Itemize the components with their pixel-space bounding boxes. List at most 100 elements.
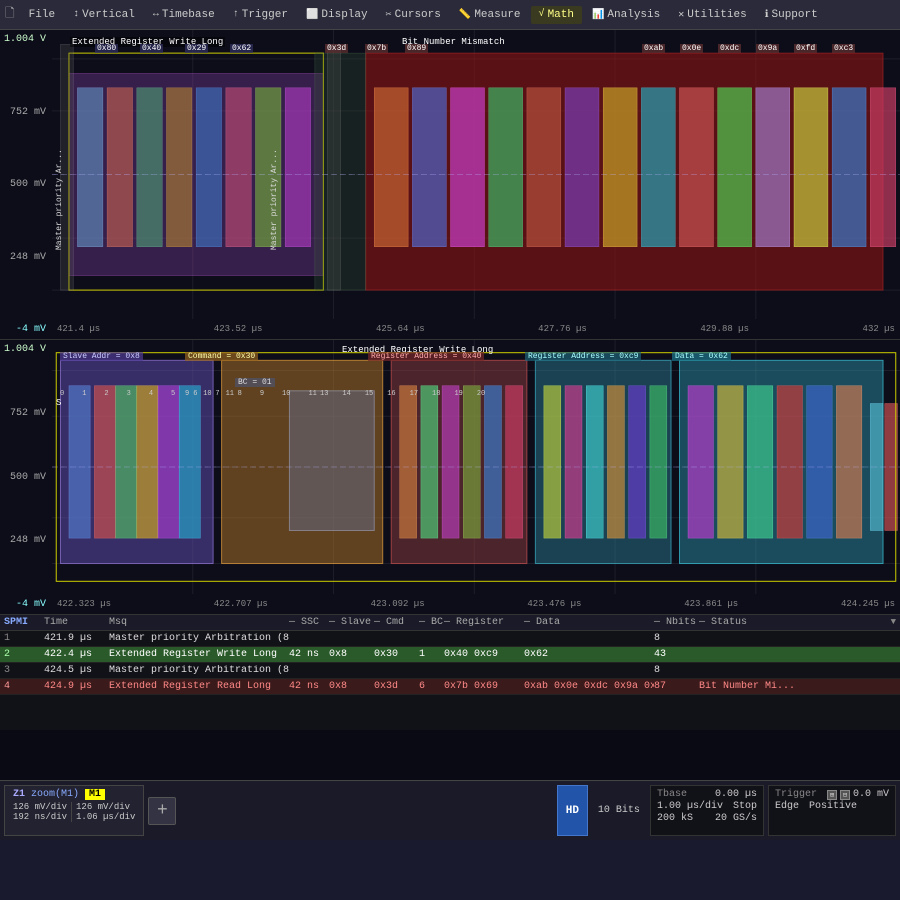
lower-x-0: 422.323 µs xyxy=(57,599,111,609)
ch1-time-1: 192 ns/div xyxy=(13,812,67,822)
utilities-menu-label: Utilities xyxy=(687,9,746,21)
row2-msq: Extended Register Write Long xyxy=(109,649,289,660)
row1-data xyxy=(524,633,654,644)
hex-right-3: 0xdc xyxy=(718,44,741,53)
table-row[interactable]: 3 424.5 µs Master priority Arbitration (… xyxy=(0,663,900,679)
menu-measure[interactable]: 📏 Measure xyxy=(451,6,529,24)
col-data-header: — Data xyxy=(524,617,654,628)
trigger-mode: Stop xyxy=(733,801,757,812)
col-reg-header: — Register xyxy=(444,617,524,628)
row4-data: 0xab 0x0e 0xdc 0x9a 0xfd 0xc3 xyxy=(524,681,654,692)
row4-reg: 0x7b 0x69 xyxy=(444,681,524,692)
upper-waveform-view: 1.004 V 752 mV 500 mV 248 mV -4 mV xyxy=(0,30,900,340)
upper-y-axis: 1.004 V 752 mV 500 mV 248 mV -4 mV xyxy=(0,30,52,339)
lower-x-4: 423.861 µs xyxy=(684,599,738,609)
hex-right-5: 0xfd xyxy=(794,44,817,53)
menu-math[interactable]: √ Math xyxy=(531,6,582,24)
tbase-val: 0.00 µs xyxy=(715,789,757,800)
menu-cursors[interactable]: ✂ Cursors xyxy=(378,6,449,24)
hex-left-2: 0x40 xyxy=(140,44,163,53)
row1-slave xyxy=(329,633,374,644)
row3-time: 424.5 µs xyxy=(44,665,109,676)
table-row[interactable]: 2 422.4 µs Extended Register Write Long … xyxy=(0,647,900,663)
lower-y-2: 752 mV xyxy=(2,408,50,419)
y-label-3: 500 mV xyxy=(2,179,50,190)
lower-y-5: -4 mV xyxy=(2,599,50,610)
data-label: Data = 0x62 xyxy=(672,352,731,361)
plus-icon: + xyxy=(157,801,168,821)
trigger-icon: ↑ xyxy=(233,9,239,20)
menu-vertical[interactable]: ↕ Vertical xyxy=(65,6,143,24)
trigger-menu-label: Trigger xyxy=(242,9,288,21)
row4-id: 4 xyxy=(4,681,44,692)
hex-mid-2: 0x7b xyxy=(365,44,388,53)
row1-status xyxy=(699,633,819,644)
hex-right-1: 0xab xyxy=(642,44,665,53)
vertical-icon: ↕ xyxy=(73,9,79,20)
lower-y-axis: 1.004 V 752 mV 500 mV 248 mV -4 mV xyxy=(0,340,52,614)
sample-rate: 200 kS xyxy=(657,813,693,824)
trigger-val: ⊞ ⊟ 0.0 mV xyxy=(827,789,889,800)
add-channel-button[interactable]: + xyxy=(148,797,176,825)
hex-right-6: 0xc3 xyxy=(832,44,855,53)
row2-slave: 0x8 xyxy=(329,649,374,660)
hex-left-4: 0x62 xyxy=(230,44,253,53)
timebase-icon: ↔ xyxy=(153,9,159,20)
menu-trigger[interactable]: ↑ Trigger xyxy=(225,6,296,24)
row3-data xyxy=(524,665,654,676)
row2-time: 422.4 µs xyxy=(44,649,109,660)
slave-addr-label: Slave Addr = 0x8 xyxy=(60,352,143,361)
menu-utilities[interactable]: ✕ Utilities xyxy=(670,6,754,24)
row2-ssc: 42 ns xyxy=(289,649,329,660)
row3-slave xyxy=(329,665,374,676)
file-menu-label: File xyxy=(29,9,55,21)
row1-msq: Master priority Arbitration (8) xyxy=(109,633,289,644)
measure-icon: 📏 xyxy=(459,9,471,21)
row3-cmd xyxy=(374,665,419,676)
table-row[interactable]: 4 424.9 µs Extended Register Read Long 4… xyxy=(0,679,900,695)
x-label-4: 429.88 µs xyxy=(700,324,749,334)
menu-timebase[interactable]: ↔ Timebase xyxy=(145,6,223,24)
row4-status: Bit Number Mi... xyxy=(699,681,819,692)
math-menu-label: Math xyxy=(548,9,574,21)
trigger-polarity: Positive xyxy=(809,801,857,812)
col-status-header: — Status xyxy=(699,617,819,628)
hex-right-2: 0x0e xyxy=(680,44,703,53)
lower-waveform-view: 1.004 V 752 mV 500 mV 248 mV -4 mV xyxy=(0,340,900,615)
row3-id: 3 xyxy=(4,665,44,676)
row3-status xyxy=(699,665,819,676)
data-table: SPMI Time Msq — SSC — Slave — Cmd — BC —… xyxy=(0,615,900,730)
upper-waveform-svg xyxy=(52,30,900,319)
table-row[interactable]: 1 421.9 µs Master priority Arbitration (… xyxy=(0,631,900,647)
col-ssc-header: — SSC xyxy=(289,617,329,628)
menu-analysis[interactable]: 📊 Analysis xyxy=(584,6,668,24)
menu-support[interactable]: ℹ Support xyxy=(757,6,826,24)
display-icon: ⬜ xyxy=(306,9,318,21)
math-icon: √ xyxy=(539,9,545,20)
x-label-0: 421.4 µs xyxy=(57,324,100,334)
master-priority-1: Master priority Ar... xyxy=(55,50,64,250)
hex-left-1: 0x80 xyxy=(95,44,118,53)
lower-x-2: 423.092 µs xyxy=(371,599,425,609)
zoom-info-panel: Z1 zoom(M1) M1 126 mV/div 192 ns/div 126… xyxy=(4,785,144,836)
row1-cmd xyxy=(374,633,419,644)
row1-id: 1 xyxy=(4,633,44,644)
reg-addr-1-label: Register Address = 0x40 xyxy=(368,352,484,361)
hex-mid-3: 0x89 xyxy=(405,44,428,53)
table-header: SPMI Time Msq — SSC — Slave — Cmd — BC —… xyxy=(0,615,900,631)
display-menu-label: Display xyxy=(321,9,367,21)
row1-nbits: 8 xyxy=(654,633,699,644)
row4-nbits: 87 xyxy=(654,681,699,692)
trigger-voltage: 0.0 mV xyxy=(853,789,889,800)
zoom-source-label: zoom(M1) xyxy=(31,789,79,800)
col-msq-header: Msq xyxy=(109,617,289,628)
cursors-icon: ✂ xyxy=(386,9,392,21)
cursors-menu-label: Cursors xyxy=(395,9,441,21)
row3-nbits: 8 xyxy=(654,665,699,676)
menu-file[interactable]: File xyxy=(21,6,63,24)
bit-numbers-cmd: 91011 xyxy=(185,390,234,398)
timebase-rate: 1.00 µs/div xyxy=(657,801,723,812)
ch1-time-2: 1.06 µs/div xyxy=(76,812,135,822)
hex-left-3: 0x29 xyxy=(185,44,208,53)
menu-display[interactable]: ⬜ Display xyxy=(298,6,376,24)
